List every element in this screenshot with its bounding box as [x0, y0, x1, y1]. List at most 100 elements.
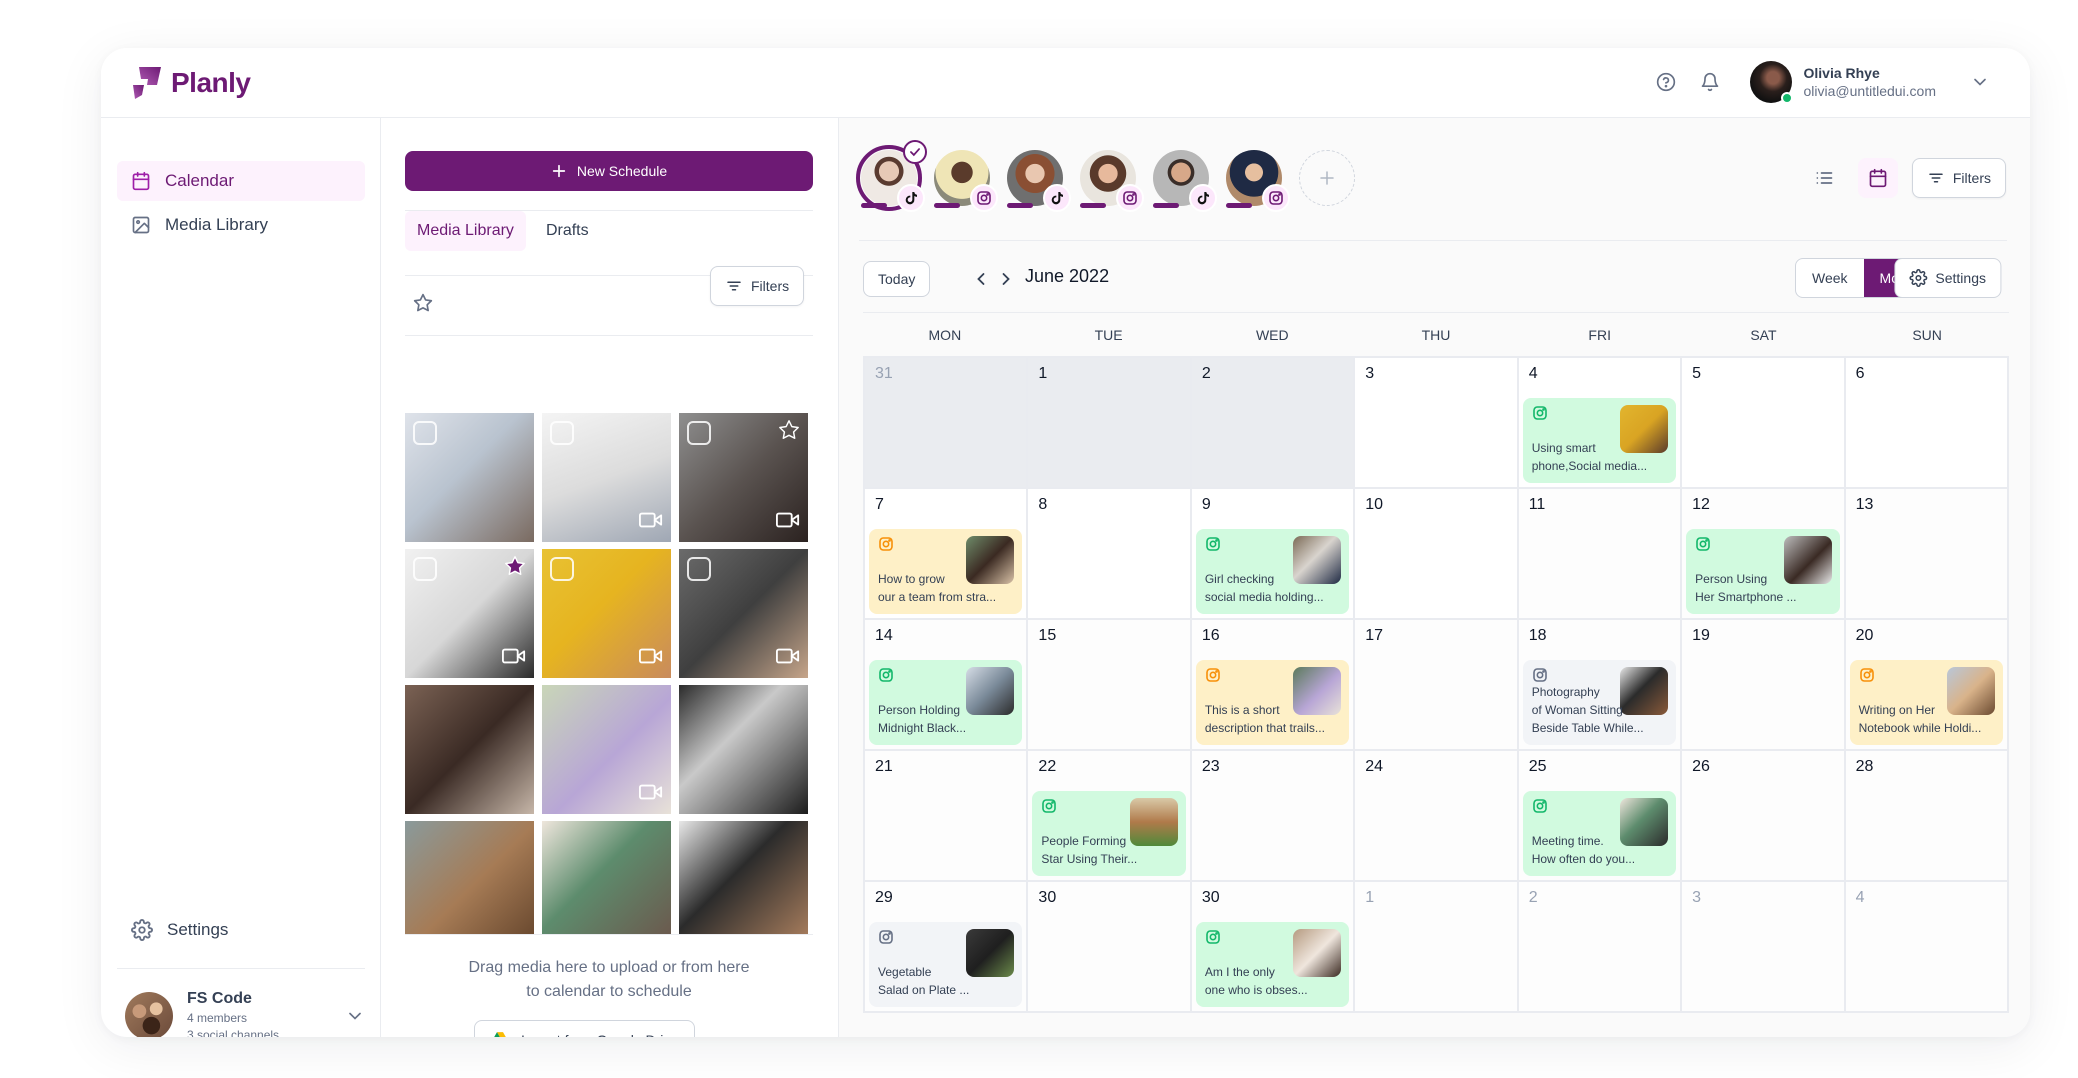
scheduled-post[interactable]: This is a short description that trails..…: [1195, 660, 1350, 745]
scheduled-post[interactable]: Person Holding Midnight Black...: [869, 660, 1023, 745]
calendar-view-button[interactable]: [1857, 158, 1898, 198]
social-profile-2[interactable]: [932, 148, 998, 212]
sidebar-item-media-library[interactable]: Media Library: [117, 205, 365, 245]
calendar-day[interactable]: 13: [1845, 489, 2009, 620]
media-item-cyclist-mural[interactable]: [679, 685, 808, 814]
calendar-day[interactable]: 5: [1682, 358, 1846, 489]
media-item-man-wall-photos[interactable]: [405, 549, 534, 678]
calendar-day[interactable]: 18 Photography of Woman Sitting Beside Tabl…: [1518, 620, 1683, 751]
video-camera-icon: [776, 511, 800, 534]
media-item-phone-gallery[interactable]: [405, 413, 534, 542]
scheduled-post[interactable]: Person Using Her Smartphone ...: [1686, 529, 1840, 614]
media-item-team-meeting[interactable]: [542, 821, 671, 934]
calendar-day[interactable]: 9 Girl checking social media holding...: [1191, 489, 1356, 620]
notifications-button[interactable]: [1688, 60, 1732, 104]
media-item-office-sticky-notes[interactable]: [542, 413, 671, 542]
media-filters-button[interactable]: Filters: [710, 266, 805, 306]
scheduled-post[interactable]: People Forming Star Using Their...: [1032, 791, 1186, 876]
list-view-button[interactable]: [1804, 158, 1844, 198]
calendar-day[interactable]: 25 Meeting time. How often do you...: [1518, 751, 1683, 882]
calendar-day[interactable]: 4: [1845, 882, 2009, 1013]
chevron-down-icon[interactable]: [1970, 72, 1990, 92]
social-profile-4[interactable]: [1078, 148, 1144, 212]
team-switcher[interactable]: FS Code 4 members 3 social channels: [125, 990, 365, 1037]
social-profile-1[interactable]: [856, 140, 927, 212]
calendar-day[interactable]: 11: [1518, 489, 1683, 620]
select-checkbox[interactable]: [687, 421, 711, 445]
star-icon[interactable]: [778, 419, 800, 446]
calendar-filters-button[interactable]: Filters: [1911, 158, 2006, 198]
scheduled-post[interactable]: Photography of Woman Sitting Beside Table …: [1522, 660, 1677, 745]
add-profile-button[interactable]: [1299, 150, 1355, 206]
calendar-day[interactable]: 30: [1028, 882, 1192, 1013]
scheduled-post[interactable]: How to grow our a team from stra...: [869, 529, 1023, 614]
chevron-down-icon[interactable]: [345, 1006, 365, 1026]
scheduled-post[interactable]: Am I the only one who is obses...: [1195, 922, 1350, 1007]
calendar-day[interactable]: 30 Am I the only one who is obses...: [1191, 882, 1356, 1013]
select-checkbox[interactable]: [550, 557, 574, 581]
week-view-tab[interactable]: Week: [1796, 259, 1864, 297]
calendar-day[interactable]: 16 This is a short description that trails…: [1191, 620, 1356, 751]
calendar-day[interactable]: 8: [1028, 489, 1192, 620]
sidebar-item-settings[interactable]: Settings: [117, 910, 365, 950]
calendar-settings-button[interactable]: Settings: [1894, 258, 2001, 298]
scheduled-post[interactable]: Girl checking social media holding...: [1195, 529, 1350, 614]
next-month-button[interactable]: [994, 267, 1018, 291]
import-google-drive-button[interactable]: Import from Google Drive: [474, 1020, 696, 1037]
calendar-day[interactable]: 22 People Forming Star Using Their...: [1028, 751, 1192, 882]
media-item-woman-laptop-desk[interactable]: [679, 821, 808, 934]
calendar-day[interactable]: 31: [865, 358, 1029, 489]
calendar-day[interactable]: 17: [1355, 620, 1519, 751]
tab-drafts[interactable]: Drafts: [534, 211, 601, 251]
user-menu[interactable]: Olivia Rhye olivia@untitledui.com: [1749, 61, 1991, 104]
calendar-day[interactable]: 14 Person Holding Midnight Black...: [865, 620, 1029, 751]
calendar-day[interactable]: 26: [1682, 751, 1846, 882]
calendar-day[interactable]: 3: [1355, 358, 1519, 489]
scheduled-post[interactable]: Vegetable Salad on Plate ...: [869, 922, 1023, 1007]
scheduled-post[interactable]: Using smart phone,Social media...: [1522, 398, 1677, 483]
media-item-hands-phone[interactable]: [679, 413, 808, 542]
calendar-day[interactable]: 12 Person Using Her Smartphone ...: [1682, 489, 1846, 620]
calendar-day[interactable]: 10: [1355, 489, 1519, 620]
calendar-day[interactable]: 1: [1028, 358, 1192, 489]
calendar-day[interactable]: 28: [1845, 751, 2009, 882]
sidebar-item-calendar[interactable]: Calendar: [117, 161, 365, 201]
calendar-day[interactable]: 23: [1191, 751, 1356, 882]
calendar-day[interactable]: 2: [1191, 358, 1356, 489]
star-filled-icon[interactable]: [504, 555, 526, 582]
calendar-day[interactable]: 4 Using smart phone,Social media...: [1518, 358, 1683, 489]
select-checkbox[interactable]: [550, 421, 574, 445]
select-checkbox[interactable]: [687, 557, 711, 581]
previous-month-button[interactable]: [969, 267, 993, 291]
calendar-day[interactable]: 3: [1682, 882, 1846, 1013]
media-item-woman-laptop-steps[interactable]: [405, 821, 534, 934]
media-item-friends-phone[interactable]: [405, 685, 534, 814]
social-profile-6[interactable]: [1224, 148, 1290, 212]
help-button[interactable]: [1644, 60, 1688, 104]
calendar-day[interactable]: 24: [1355, 751, 1519, 882]
social-profile-5[interactable]: [1151, 148, 1217, 212]
calendar-day[interactable]: 7 How to grow our a team from stra...: [865, 489, 1029, 620]
calendar-day[interactable]: 1: [1355, 882, 1519, 1013]
calendar-day[interactable]: 29 Vegetable Salad on Plate ...: [865, 882, 1029, 1013]
calendar-day[interactable]: 2: [1518, 882, 1683, 1013]
calendar-day[interactable]: 20 Writing on Her Notebook while Holdi...: [1845, 620, 2009, 751]
video-camera-icon: [776, 647, 800, 670]
select-checkbox[interactable]: [413, 557, 437, 581]
select-checkbox[interactable]: [413, 421, 437, 445]
calendar-day[interactable]: 19: [1682, 620, 1846, 751]
today-button[interactable]: Today: [863, 261, 931, 297]
tab-media-library[interactable]: Media Library: [405, 211, 526, 251]
social-profile-3[interactable]: [1005, 148, 1071, 212]
favorites-filter-button[interactable]: [413, 293, 433, 318]
media-item-podcast-woman-sofa[interactable]: [679, 549, 808, 678]
calendar-day[interactable]: 15: [1028, 620, 1192, 751]
scheduled-post[interactable]: Meeting time. How often do you...: [1522, 791, 1677, 876]
logo[interactable]: Planly: [131, 65, 251, 101]
media-item-woman-microphone[interactable]: [542, 685, 671, 814]
calendar-day[interactable]: 6: [1845, 358, 2009, 489]
scheduled-post[interactable]: Writing on Her Notebook while Holdi...: [1849, 660, 2003, 745]
calendar-day[interactable]: 21: [865, 751, 1029, 882]
new-schedule-button[interactable]: New Schedule: [405, 151, 813, 191]
media-item-woman-yellow-phone[interactable]: [542, 549, 671, 678]
